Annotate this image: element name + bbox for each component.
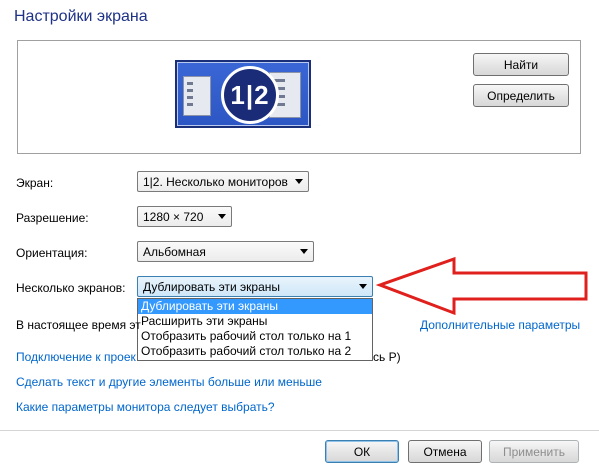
- orientation-select-value: Альбомная: [143, 244, 206, 259]
- multiple-displays-dropdown: Дублировать эти экраны Расширить эти экр…: [137, 298, 373, 361]
- which-settings-link[interactable]: Какие параметры монитора следует выбрать…: [16, 400, 275, 414]
- red-arrow-annotation: [375, 256, 588, 316]
- resolution-select-value: 1280 × 720: [143, 209, 204, 224]
- apply-button-label: Применить: [502, 444, 565, 459]
- monitor-icon[interactable]: 1|2: [175, 60, 311, 128]
- dropdown-option-duplicate[interactable]: Дублировать эти экраны: [138, 299, 372, 314]
- display-select-value: 1|2. Несколько мониторов: [143, 174, 288, 189]
- chevron-down-icon: [218, 214, 226, 219]
- ok-button-label: ОК: [353, 444, 371, 459]
- orientation-select[interactable]: Альбомная: [137, 241, 314, 262]
- text-size-link[interactable]: Сделать текст и другие элементы больше и…: [16, 375, 322, 389]
- identify-button[interactable]: Определить: [473, 84, 569, 107]
- advanced-settings-link[interactable]: Дополнительные параметры: [420, 318, 580, 332]
- multiple-displays-label: Несколько экранов:: [16, 281, 126, 295]
- cancel-button[interactable]: Отмена: [408, 440, 482, 463]
- find-button-label: Найти: [503, 57, 539, 72]
- window-thumbnail-left: [183, 76, 211, 116]
- monitor-number-badge: 1|2: [221, 66, 279, 124]
- current-status-text: В настоящее время эт: [16, 318, 141, 332]
- dropdown-option-extend[interactable]: Расширить эти экраны: [138, 314, 372, 329]
- dropdown-option-only-1[interactable]: Отобразить рабочий стол только на 1: [138, 329, 372, 344]
- connect-projector-link[interactable]: Подключение к проек: [16, 350, 136, 364]
- apply-button[interactable]: Применить: [489, 440, 579, 463]
- ok-button[interactable]: ОК: [325, 440, 399, 463]
- find-button[interactable]: Найти: [473, 53, 569, 76]
- resolution-label: Разрешение:: [16, 211, 89, 225]
- orientation-label: Ориентация:: [16, 246, 88, 260]
- multiple-displays-select-value: Дублировать эти экраны: [143, 279, 281, 294]
- window-title: Настройки экрана: [14, 8, 148, 25]
- footer-divider: [0, 430, 599, 431]
- display-label: Экран:: [16, 176, 54, 190]
- display-select[interactable]: 1|2. Несколько мониторов: [137, 171, 309, 192]
- resolution-select[interactable]: 1280 × 720: [137, 206, 232, 227]
- identify-button-label: Определить: [487, 88, 555, 103]
- dropdown-option-only-2[interactable]: Отобразить рабочий стол только на 2: [138, 344, 372, 359]
- cancel-button-label: Отмена: [423, 444, 467, 459]
- chevron-down-icon: [359, 284, 367, 289]
- chevron-down-icon: [295, 179, 303, 184]
- connect-projector-tail: сь P): [373, 350, 401, 364]
- chevron-down-icon: [300, 249, 308, 254]
- multiple-displays-select[interactable]: Дублировать эти экраны: [137, 276, 373, 297]
